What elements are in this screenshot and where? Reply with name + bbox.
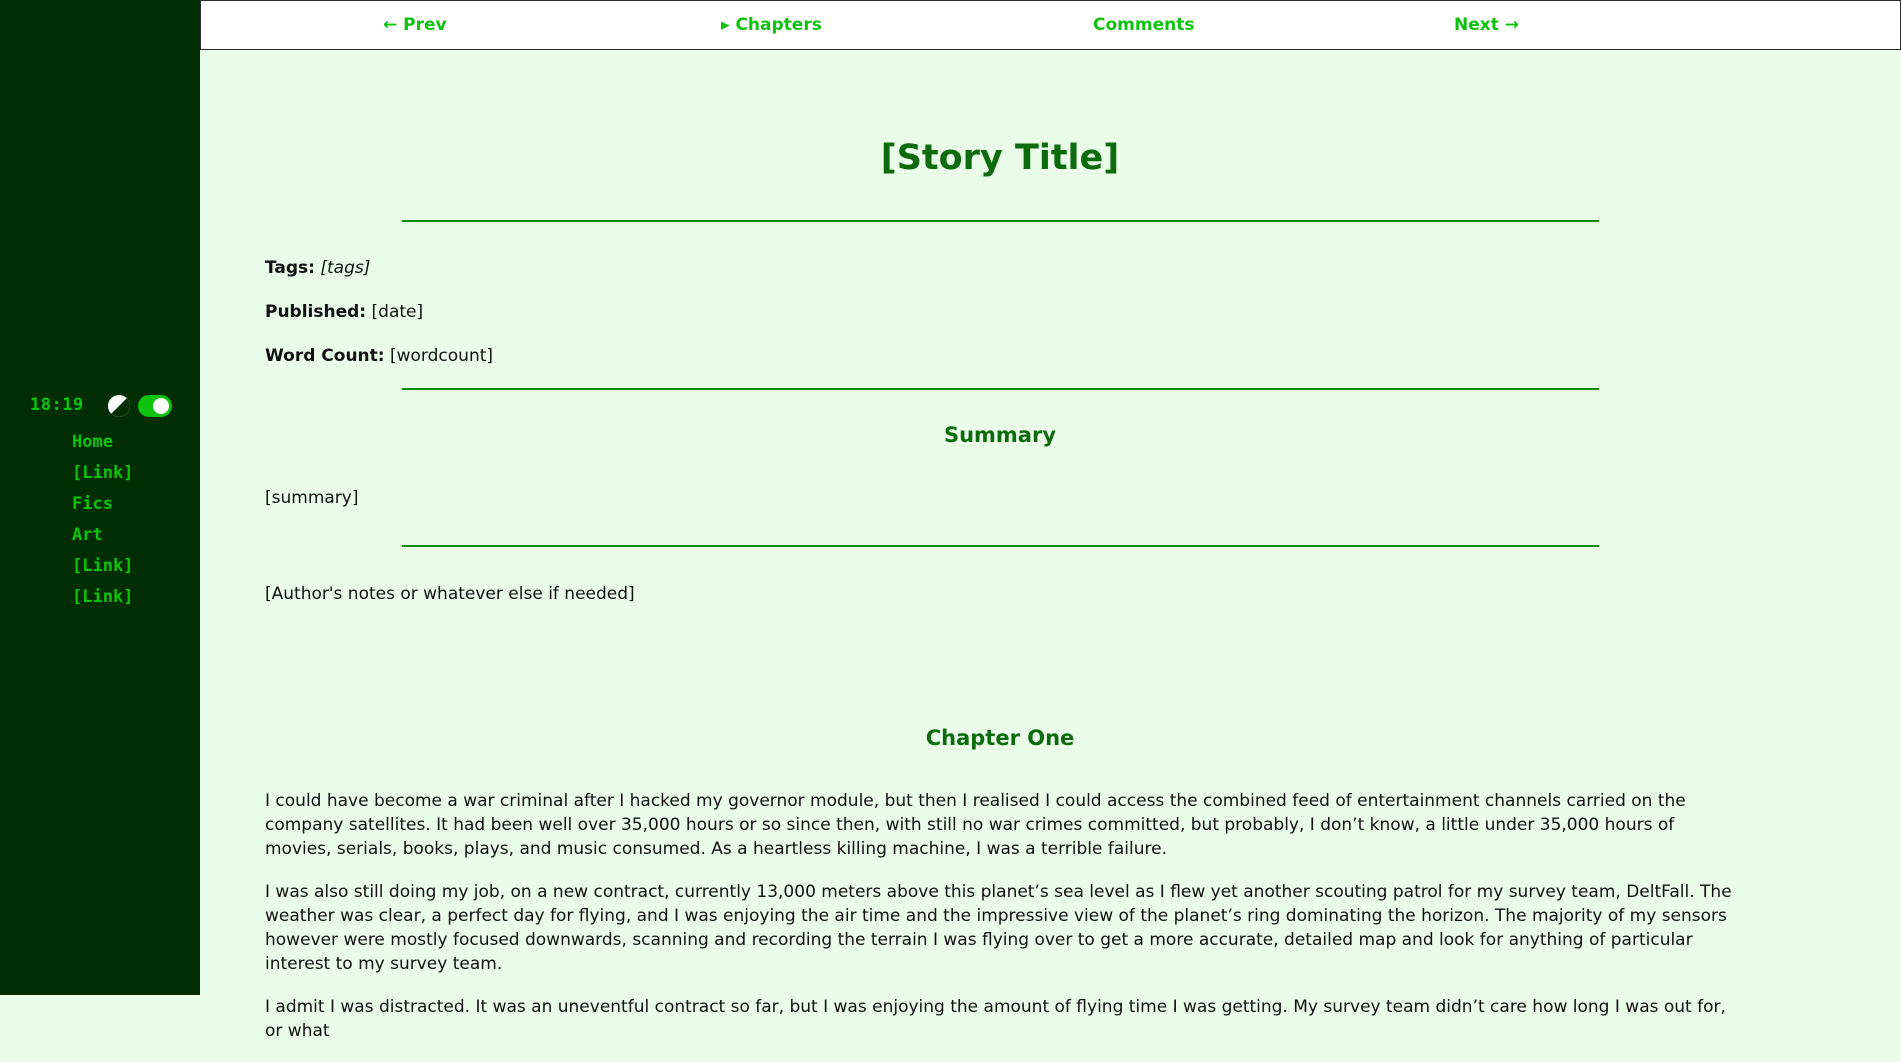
prev-link[interactable]: ← Prev	[383, 15, 447, 35]
chapter-paragraph: I was also still doing my job, on a new …	[265, 882, 1732, 974]
published-label: Published:	[265, 302, 367, 322]
sidebar-link-fics[interactable]: Fics	[72, 494, 113, 514]
sidebar-nav: Home [Link] Fics Art [Link] [Link]	[72, 430, 133, 616]
clock: 18:19	[30, 395, 84, 415]
sidebar-item-home: Home	[72, 430, 133, 461]
next-link[interactable]: Next →	[1454, 15, 1519, 35]
sidebar-link-2[interactable]: [Link]	[72, 556, 133, 576]
sidebar-link-1[interactable]: [Link]	[72, 463, 133, 483]
tags-label: Tags:	[265, 258, 315, 278]
toggle-switch-icon[interactable]	[138, 395, 172, 417]
published-value: [date]	[371, 302, 424, 322]
published-line: Published: [date]	[265, 300, 1735, 344]
chapter-heading: Chapter One	[925, 726, 1075, 750]
toggle-knob	[153, 398, 169, 414]
chapter-text: I could have become a war criminal after…	[265, 789, 1735, 1043]
sidebar-item-link-1: [Link]	[72, 461, 133, 492]
sidebar-link-3[interactable]: [Link]	[72, 587, 133, 607]
top-nav-bar: ← Prev ▸ Chapters Comments Next →	[200, 0, 1901, 50]
divider	[402, 545, 1599, 547]
contrast-icon-graphic	[108, 395, 130, 417]
chapter-paragraph: I admit I was distracted. It was an unev…	[265, 997, 1726, 1041]
wordcount-line: Word Count: [wordcount]	[265, 344, 1735, 372]
sidebar-controls: 18:19	[30, 393, 180, 417]
author-notes: [Author's notes or whatever else if need…	[265, 584, 635, 604]
comments-link[interactable]: Comments	[1093, 15, 1194, 35]
chapters-link[interactable]: ▸ Chapters	[721, 15, 822, 35]
contrast-icon[interactable]	[108, 395, 130, 417]
sidebar-link-home[interactable]: Home	[72, 432, 113, 452]
chapter-paragraph: I could have become a war criminal after…	[265, 791, 1686, 859]
sidebar-item-art: Art	[72, 523, 133, 554]
story-title: [Story Title]	[880, 138, 1120, 178]
divider	[402, 220, 1599, 222]
story-content: [Story Title] Tags: [tags] Published: [d…	[265, 50, 1735, 1062]
sidebar-item-fics: Fics	[72, 492, 133, 523]
sidebar: 18:19 Home [Link] Fics Art [Link] [Link]	[0, 0, 200, 995]
wordcount-value: [wordcount]	[390, 346, 494, 366]
summary-heading: Summary	[943, 423, 1057, 447]
sidebar-item-link-2: [Link]	[72, 554, 133, 585]
divider	[402, 388, 1599, 390]
sidebar-item-link-3: [Link]	[72, 585, 133, 616]
story-meta: Tags: [tags] Published: [date] Word Coun…	[265, 256, 1735, 372]
tags-line: Tags: [tags]	[265, 256, 1735, 300]
summary-text: [summary]	[265, 488, 359, 508]
wordcount-label: Word Count:	[265, 346, 385, 366]
sidebar-link-art[interactable]: Art	[72, 525, 103, 545]
tags-value: [tags]	[320, 258, 371, 278]
